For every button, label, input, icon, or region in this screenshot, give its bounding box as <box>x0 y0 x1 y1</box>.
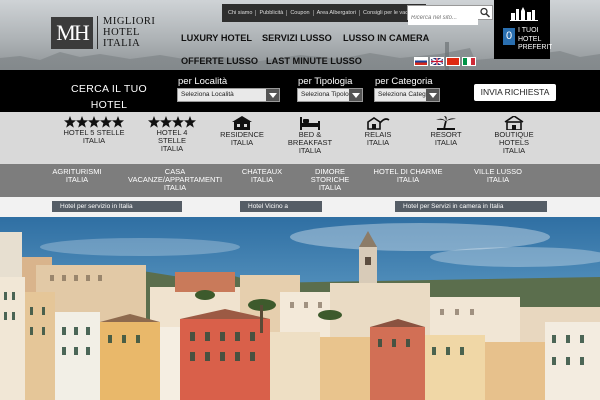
logo-line: MIGLIORI <box>103 16 156 27</box>
tab-hotel-servizi-camera[interactable]: Hotel per Servizi in camera in Italia <box>395 201 547 212</box>
category-label-line: ITALIA <box>230 138 254 147</box>
categoria-label: per Categoria <box>375 76 433 87</box>
flag-cn-icon[interactable] <box>446 57 460 66</box>
favorites-label-line: I TUOI <box>518 27 539 34</box>
relais-icon <box>367 117 390 130</box>
category-hotel-5-stelle[interactable]: HOTEL 5 STELLE ITALIA <box>59 116 129 145</box>
category-label-line: ITALIA <box>366 138 390 147</box>
site-search <box>407 5 493 25</box>
subcategory-dimore-storiche[interactable]: DIMORE STORICHE ITALIA <box>290 167 370 193</box>
favorites-label-line: PREFERITI <box>518 44 552 51</box>
subcategory-ville-lusso[interactable]: VILLE LUSSO ITALIA <box>458 167 538 185</box>
subcategory-label-line: ITALIA <box>65 175 89 185</box>
bed-icon <box>300 117 320 130</box>
residence-icon <box>232 116 252 130</box>
category-label: BOUTIQUE HOTELS ITALIA <box>479 131 549 155</box>
category-label: HOTEL 4 STELLE ITALIA <box>137 129 207 153</box>
localita-select-value: Seleziona Località <box>181 91 234 98</box>
subcategory-label-line: ITALIA <box>163 183 187 193</box>
toplink-area-albergatori[interactable]: Area Albergatori <box>314 10 361 16</box>
nav-servizi-lusso[interactable]: SERVIZI LUSSO <box>262 33 332 43</box>
search-icon[interactable] <box>479 7 491 18</box>
category-label: RESORT ITALIA <box>411 131 481 147</box>
tab-hotel-per-servizio[interactable]: Hotel per servizio in Italia <box>52 201 182 212</box>
hotel-filter-tabs: Hotel per servizio in Italia Hotel Vicin… <box>0 197 600 217</box>
four-stars-icon <box>148 116 196 128</box>
logo-mark: MH <box>51 16 93 49</box>
site-logo[interactable]: MH MIGLIORI HOTEL ITALIA <box>51 16 155 49</box>
category-label-line: ITALIA <box>160 144 184 153</box>
category-label: RELAIS ITALIA <box>343 131 413 147</box>
subcategory-label-line: ITALIA <box>318 183 342 193</box>
category-resort[interactable]: RESORT ITALIA <box>411 116 481 147</box>
favorites-count: 0 <box>503 28 515 45</box>
favorites-box[interactable]: 0 I TUOI HOTEL PREFERITI <box>494 0 552 59</box>
boutique-icon <box>504 116 524 130</box>
flag-ru-icon[interactable] <box>414 57 428 66</box>
search-title-line: CERCA IL TUO <box>71 83 147 95</box>
subcategory-label-line: ITALIA <box>486 175 510 185</box>
chevron-down-icon <box>266 89 279 101</box>
toplink-coupon[interactable]: Coupon <box>287 10 314 16</box>
five-stars-icon <box>64 116 124 128</box>
site-header: MH MIGLIORI HOTEL ITALIA Chi siamo Pubbl… <box>0 0 600 70</box>
chevron-down-icon <box>426 89 439 101</box>
category-boutique-hotels[interactable]: BOUTIQUE HOTELS ITALIA <box>479 116 549 155</box>
top-links-bar: Chi siamo Pubblicità Coupon Area Alberga… <box>222 4 426 22</box>
city-icon <box>510 7 538 21</box>
hero-scene <box>0 217 600 400</box>
subcategory-label-line: ITALIA <box>396 175 420 185</box>
category-label-line: ITALIA <box>434 138 458 147</box>
logo-text: MIGLIORI HOTEL ITALIA <box>97 16 155 49</box>
hotel-search-bar: CERCA IL TUO HOTEL per Località Selezion… <box>0 70 600 112</box>
category-label-line: ITALIA <box>502 146 526 155</box>
nav-lusso-in-camera[interactable]: LUSSO IN CAMERA <box>343 33 429 43</box>
logo-line: ITALIA <box>103 38 141 49</box>
category-hotel-4-stelle[interactable]: HOTEL 4 STELLE ITALIA <box>137 116 207 153</box>
subcategory-casa-vacanze[interactable]: CASA VACANZE/APPARTAMENTI ITALIA <box>128 167 222 193</box>
nav-luxury-hotel[interactable]: LUXURY HOTEL <box>181 33 252 43</box>
categoria-select[interactable]: Seleziona Categoria <box>374 88 440 102</box>
category-label: RESIDENCE ITALIA <box>207 131 277 147</box>
palm-tree-icon <box>436 116 456 130</box>
toplink-pubblicita[interactable]: Pubblicità <box>256 10 288 16</box>
localita-select[interactable]: Seleziona Località <box>177 88 280 102</box>
category-bar: HOTEL 5 STELLE ITALIA HOTEL 4 STELLE ITA… <box>0 112 600 164</box>
subcategory-hotel-di-charme[interactable]: HOTEL DI CHARME ITALIA <box>368 167 448 185</box>
category-label-line: ITALIA <box>82 136 106 145</box>
tab-hotel-vicino-a[interactable]: Hotel Vicino a <box>240 201 322 212</box>
chevron-down-icon <box>349 89 362 101</box>
search-title: CERCA IL TUO HOTEL <box>64 81 154 113</box>
subcategory-bar: AGRITURISMI ITALIA CASA VACANZE/APPARTAM… <box>0 164 600 197</box>
category-residence[interactable]: RESIDENCE ITALIA <box>207 116 277 147</box>
invia-richiesta-button[interactable]: INVIA RICHIESTA <box>474 84 556 101</box>
localita-label: per Località <box>178 76 228 87</box>
logo-line: HOTEL <box>103 27 140 38</box>
nav-offerte-lusso[interactable]: OFFERTE LUSSO <box>181 56 258 66</box>
category-label-line: ITALIA <box>298 146 322 155</box>
category-relais[interactable]: RELAIS ITALIA <box>343 116 413 147</box>
flag-en-icon[interactable] <box>430 57 444 66</box>
toplink-chi-siamo[interactable]: Chi siamo <box>225 10 257 16</box>
category-label: BED & BREAKFAST ITALIA <box>275 131 345 155</box>
tipologia-select[interactable]: Seleziona Tipologia <box>297 88 363 102</box>
favorites-label: I TUOI HOTEL PREFERITI <box>518 27 552 53</box>
subcategory-agriturismi[interactable]: AGRITURISMI ITALIA <box>37 167 117 185</box>
search-input[interactable] <box>408 11 478 25</box>
category-bed-breakfast[interactable]: BED & BREAKFAST ITALIA <box>275 116 345 155</box>
category-label: HOTEL 5 STELLE ITALIA <box>59 129 129 145</box>
flag-it-icon[interactable] <box>462 57 476 66</box>
nav-last-minute-lusso[interactable]: LAST MINUTE LUSSO <box>266 56 362 66</box>
hero-image-coastal-town <box>0 217 600 400</box>
tipologia-label: per Tipologia <box>298 76 353 87</box>
language-flags <box>414 57 476 66</box>
search-title-line: HOTEL <box>90 99 128 111</box>
favorites-label-line: HOTEL <box>518 35 542 43</box>
